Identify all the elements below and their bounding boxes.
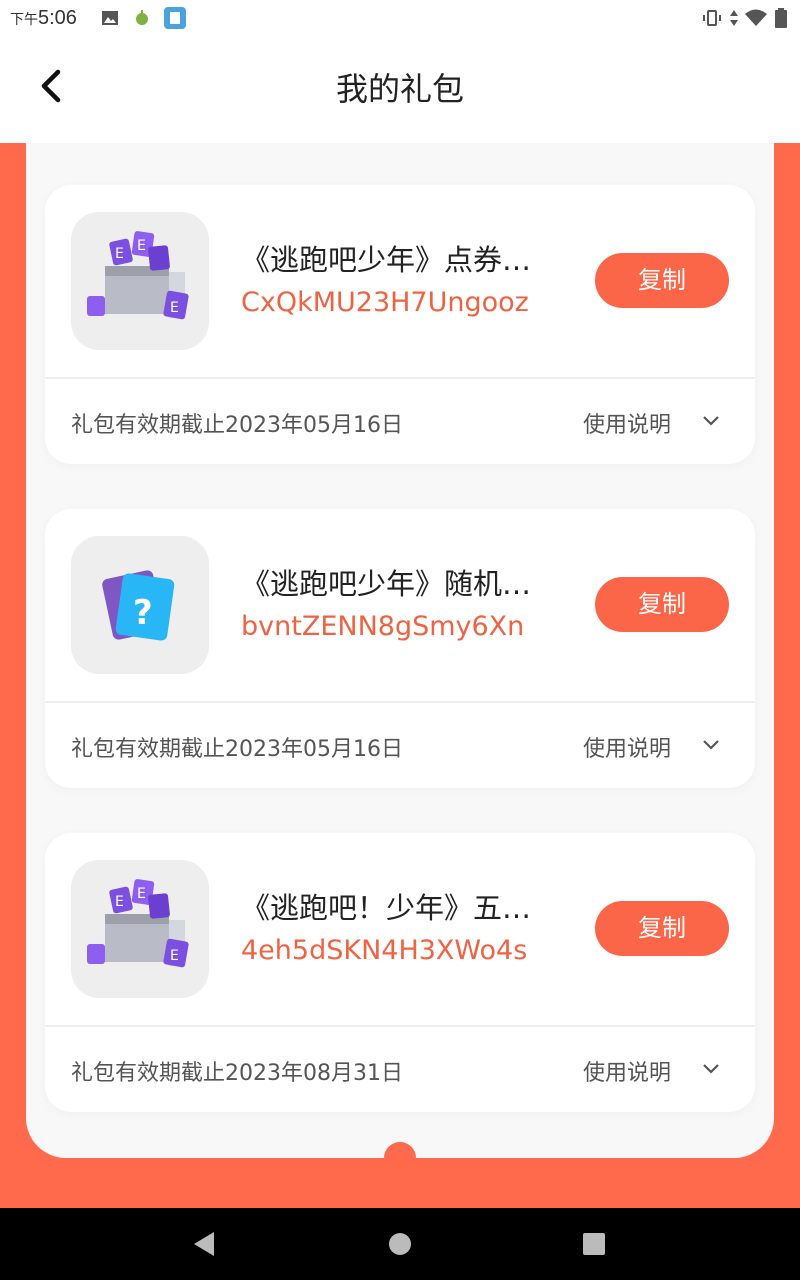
- decorative-dot: [384, 1142, 416, 1174]
- svg-text:E: E: [137, 886, 146, 902]
- page-title: 我的礼包: [335, 70, 464, 108]
- coupon-box-icon: E E E: [71, 860, 209, 998]
- vibrate-icon: [703, 10, 721, 26]
- gift-name: 《逃跑吧少年》点券…: [241, 243, 532, 277]
- divider: [45, 701, 755, 703]
- top-bar: 我的礼包: [0, 36, 800, 143]
- svg-text:E: E: [115, 246, 124, 262]
- gift-name: 《逃跑吧少年》随机…: [241, 567, 532, 601]
- time-prefix: 下午: [10, 11, 38, 27]
- status-time: 下午5:06: [10, 7, 77, 30]
- gift-name: 《逃跑吧！少年》五…: [241, 891, 532, 925]
- wifi-icon: [745, 9, 767, 26]
- svg-text:E: E: [170, 300, 179, 316]
- gift-code: bvntZENN8gSmy6Xn: [241, 611, 525, 642]
- svg-text:E: E: [170, 948, 179, 964]
- coupon-box-icon: E E E: [71, 212, 209, 350]
- divider: [45, 1025, 755, 1027]
- usage-instructions-toggle[interactable]: 使用说明: [583, 731, 671, 763]
- expiry-text: 礼包有效期截止2023年05月16日: [71, 737, 403, 762]
- time-value: 5:06: [38, 7, 77, 29]
- gift-code: CxQkMU23H7Ungooz: [241, 287, 529, 318]
- status-bar: 下午5:06: [0, 0, 800, 36]
- chevron-down-icon[interactable]: [701, 735, 721, 755]
- gallery-icon: [102, 11, 118, 25]
- svg-text:E: E: [137, 238, 146, 254]
- svg-text:?: ?: [133, 593, 153, 633]
- copy-button[interactable]: 复制: [595, 577, 729, 632]
- gift-list: E E E 《逃跑吧少年》点券… CxQkMU23H7Ungooz 复制 礼包有…: [26, 143, 774, 1158]
- gift-card: ? 《逃跑吧少年》随机… bvntZENN8gSmy6Xn 复制 礼包有效期截止…: [45, 509, 755, 788]
- usage-instructions-toggle[interactable]: 使用说明: [583, 407, 671, 439]
- android-debug-icon: [136, 10, 148, 25]
- nav-recents-icon[interactable]: [564, 1208, 624, 1280]
- mystery-card-icon: ?: [71, 536, 209, 674]
- divider: [45, 377, 755, 379]
- copy-button[interactable]: 复制: [595, 901, 729, 956]
- app-notification-icon: [164, 7, 186, 29]
- expiry-text: 礼包有效期截止2023年05月16日: [71, 413, 403, 438]
- svg-text:E: E: [115, 894, 124, 910]
- chevron-down-icon[interactable]: [701, 1059, 721, 1079]
- gift-card: E E E 《逃跑吧！少年》五… 4eh5dSKN4H3XWo4s 复制 礼包有…: [45, 833, 755, 1112]
- system-nav-bar: [0, 1208, 800, 1280]
- gift-code: 4eh5dSKN4H3XWo4s: [241, 935, 528, 966]
- battery-icon: [775, 8, 787, 28]
- usage-instructions-toggle[interactable]: 使用说明: [583, 1055, 671, 1087]
- chevron-down-icon[interactable]: [701, 411, 721, 431]
- nav-back-icon[interactable]: [174, 1208, 234, 1280]
- nav-home-icon[interactable]: [370, 1208, 430, 1280]
- copy-button[interactable]: 复制: [595, 253, 729, 308]
- expiry-text: 礼包有效期截止2023年08月31日: [71, 1061, 403, 1086]
- gift-card: E E E 《逃跑吧少年》点券… CxQkMU23H7Ungooz 复制 礼包有…: [45, 185, 755, 464]
